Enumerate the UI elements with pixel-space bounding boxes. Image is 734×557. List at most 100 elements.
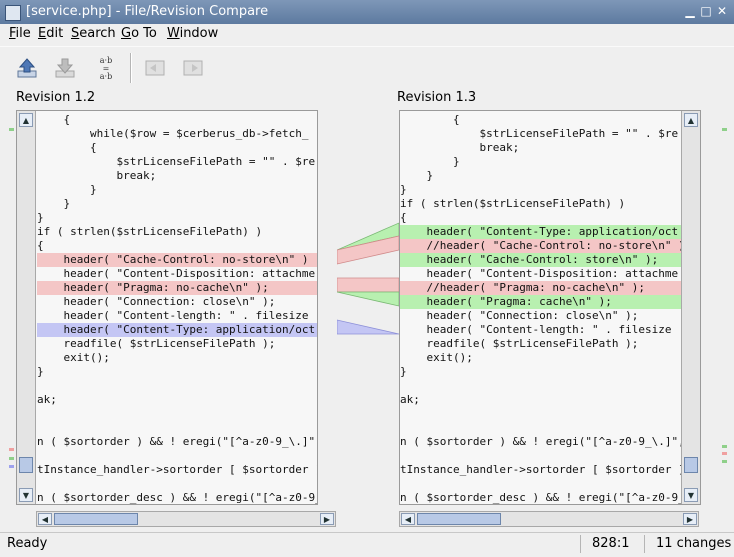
overview-mark[interactable] [9,457,14,460]
left-code-line[interactable] [37,407,317,421]
menu-goto[interactable]: Go To [121,26,157,41]
copy-right-button[interactable] [180,55,206,81]
left-code-line[interactable] [37,477,317,491]
copy-left-icon [145,60,165,76]
left-code-line[interactable]: readfile( $strLicenseFilePath ); [37,337,317,351]
left-code-line[interactable]: } [37,197,317,211]
menu-search[interactable]: Search [71,26,116,41]
overview-mark[interactable] [9,448,14,451]
scroll-down-icon[interactable]: ▼ [19,488,33,502]
left-code-line[interactable]: } [37,183,317,197]
left-code-line[interactable]: header( "Content-Disposition: attachme [37,267,317,281]
right-vertical-scrollbar[interactable]: ▲ ▼ [681,111,700,504]
menu-edit[interactable]: Edit [38,26,63,41]
left-code-line[interactable]: n ( $sortorder ) && ! eregi("[^a-z0-9_\.… [37,435,317,449]
left-code-line[interactable] [37,379,317,393]
right-code-line[interactable] [400,477,681,491]
scroll-down-icon[interactable]: ▼ [684,488,698,502]
right-code-line[interactable] [400,379,681,393]
left-code-line[interactable]: } [37,211,317,225]
left-code-line[interactable]: exit(); [37,351,317,365]
left-code-line[interactable]: header( "Pragma: no-cache\n" ); [37,281,317,295]
right-code-line[interactable]: header( "Cache-Control: store\n" ); [400,253,681,267]
next-diff-button[interactable] [52,55,78,81]
menu-window[interactable]: Window [167,26,218,41]
left-code-line[interactable]: ak; [37,393,317,407]
overview-mark[interactable] [722,445,727,448]
right-code-line[interactable]: if ( strlen($strLicenseFilePath) ) [400,197,681,211]
left-editor-pane[interactable]: ▲ ▼ { while($row = $cerberus_db->fetch_ … [16,110,318,505]
close-icon[interactable]: ✕ [714,3,730,19]
scroll-left-icon[interactable]: ◀ [38,513,52,525]
left-code-line[interactable]: break; [37,169,317,183]
right-code-line[interactable]: { [400,113,681,127]
right-code-line[interactable]: break; [400,141,681,155]
right-code-line[interactable]: n ( $sortorder ) && ! eregi("[^a-z0-9_\.… [400,435,681,449]
left-code-line[interactable]: header( "Content-Type: application/oct [37,323,317,337]
left-code-line[interactable]: { [37,141,317,155]
right-code-line[interactable]: //header( "Cache-Control: no-store\n" ) [400,239,681,253]
right-code-line[interactable]: tInstance_handler->sortorder [ $sortorde… [400,463,681,477]
left-code-line[interactable]: tInstance_handler->sortorder [ $sortorde… [37,463,317,477]
right-code-line[interactable]: } [400,155,681,169]
right-code-line[interactable]: //header( "Pragma: no-cache\n" ); [400,281,681,295]
left-code-area[interactable]: { while($row = $cerberus_db->fetch_ { $s… [37,111,317,504]
overview-mark[interactable] [722,128,727,131]
right-scroll-thumb[interactable] [684,457,698,473]
scroll-up-icon[interactable]: ▲ [684,113,698,127]
right-code-line[interactable]: $strLicenseFilePath = "" . $re [400,127,681,141]
left-code-line[interactable]: { [37,239,317,253]
title-bar[interactable]: [service.php] - File/Revision Compare ▁ … [0,0,734,24]
right-code-line[interactable]: } [400,365,681,379]
previous-diff-button[interactable] [14,55,40,81]
overview-mark[interactable] [9,465,14,468]
left-code-line[interactable]: header( "Cache-Control: no-store\n" ) [37,253,317,267]
left-code-line[interactable]: if ( strlen($strLicenseFilePath) ) [37,225,317,239]
left-horizontal-scrollbar[interactable]: ◀ ▶ [36,511,336,527]
overview-mark[interactable] [722,452,727,455]
right-code-line[interactable]: exit(); [400,351,681,365]
scroll-right-icon[interactable]: ▶ [683,513,697,525]
right-code-line[interactable] [400,421,681,435]
right-code-line[interactable]: header( "Pragma: cache\n" ); [400,295,681,309]
right-code-line[interactable]: header( "Content-length: " . filesize [400,323,681,337]
compare-button[interactable]: a·b = a·b [92,55,120,81]
right-code-line[interactable]: header( "Connection: close\n" ); [400,309,681,323]
left-vertical-scrollbar[interactable]: ▲ ▼ [17,111,36,504]
left-code-line[interactable] [37,421,317,435]
scroll-right-icon[interactable]: ▶ [320,513,334,525]
right-code-line[interactable] [400,449,681,463]
right-code-line[interactable]: } [400,183,681,197]
right-code-line[interactable]: header( "Content-Type: application/oct [400,225,681,239]
left-code-line[interactable]: n ( $sortorder_desc ) && ! eregi("[^a-z0… [37,491,317,504]
right-code-line[interactable]: readfile( $strLicenseFilePath ); [400,337,681,351]
right-editor-pane[interactable]: { $strLicenseFilePath = "" . $re break; … [399,110,701,505]
left-code-line[interactable] [37,449,317,463]
copy-left-button[interactable] [142,55,168,81]
right-code-line[interactable]: n ( $sortorder_desc ) && ! eregi("[^a-z0… [400,491,681,504]
minimize-icon[interactable]: ▁ [682,3,698,19]
right-code-line[interactable] [400,407,681,421]
scroll-left-icon[interactable]: ◀ [401,513,415,525]
right-code-area[interactable]: { $strLicenseFilePath = "" . $re break; … [400,111,681,504]
right-code-line[interactable]: { [400,211,681,225]
right-horizontal-scrollbar[interactable]: ◀ ▶ [399,511,699,527]
left-code-line[interactable]: { [37,113,317,127]
left-code-line[interactable]: $strLicenseFilePath = "" . $re [37,155,317,169]
cursor-position: 828:1 [592,536,630,551]
overview-mark[interactable] [9,128,14,131]
left-hscroll-thumb[interactable] [54,513,138,525]
left-code-line[interactable]: header( "Content-length: " . filesize [37,309,317,323]
right-code-line[interactable]: } [400,169,681,183]
left-code-line[interactable]: } [37,365,317,379]
right-code-line[interactable]: header( "Content-Disposition: attachme [400,267,681,281]
left-code-line[interactable]: while($row = $cerberus_db->fetch_ [37,127,317,141]
left-scroll-thumb[interactable] [19,457,33,473]
menu-file[interactable]: File [9,26,31,41]
right-code-line[interactable]: ak; [400,393,681,407]
right-hscroll-thumb[interactable] [417,513,501,525]
left-code-line[interactable]: header( "Connection: close\n" ); [37,295,317,309]
maximize-icon[interactable]: □ [698,3,714,19]
overview-mark[interactable] [722,460,727,463]
scroll-up-icon[interactable]: ▲ [19,113,33,127]
